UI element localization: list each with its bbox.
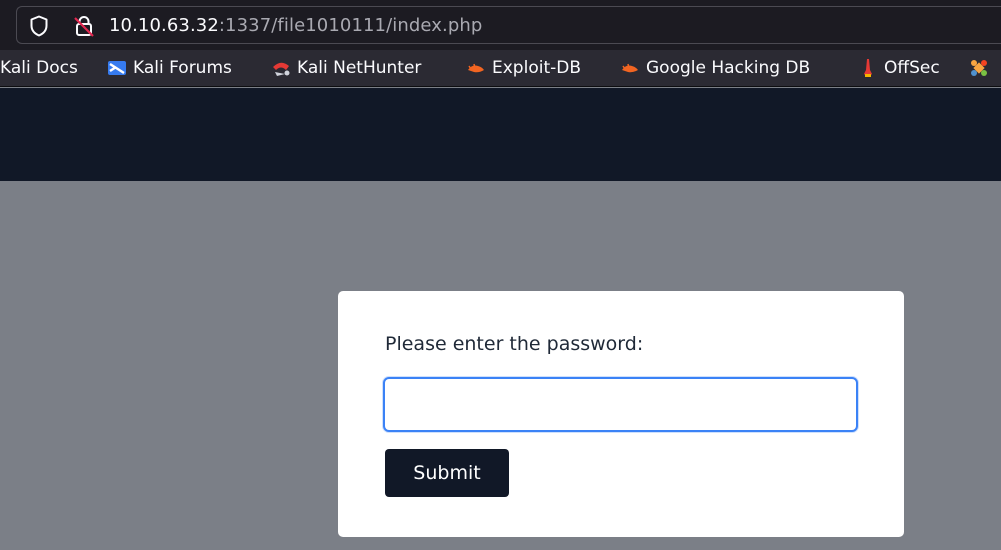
bookmark-label: OffSec xyxy=(884,58,940,78)
password-prompt: Please enter the password: xyxy=(385,333,644,355)
bookmark-offsec[interactable]: OffSec xyxy=(858,56,940,80)
bookmark-label: Google Hacking DB xyxy=(646,58,811,78)
bookmark-kali-forums[interactable]: Kali Forums xyxy=(107,56,232,80)
bookmark-exploit-db[interactable]: Exploit-DB xyxy=(466,56,581,80)
password-dialog: Please enter the password: Submit xyxy=(338,291,904,537)
url-text[interactable]: 10.10.63.32:1337/file1010111/index.php xyxy=(109,14,482,38)
browser-toolbar: 10.10.63.32:1337/file1010111/index.php xyxy=(0,0,1001,50)
site-navbar xyxy=(0,88,1001,181)
address-bar[interactable]: 10.10.63.32:1337/file1010111/index.php xyxy=(16,6,1001,44)
kali-nethunter-icon xyxy=(273,62,290,76)
joomla-icon xyxy=(971,60,987,76)
bookmark-label: Exploit-DB xyxy=(492,58,581,78)
url-host: 10.10.63.32 xyxy=(109,15,219,36)
bookmark-label: Kali NetHunter xyxy=(297,58,422,78)
bookmarks-toolbar: Kali Docs Kali Forums Kali NetHunter Exp… xyxy=(0,50,1001,87)
submit-button[interactable]: Submit xyxy=(385,449,509,497)
bookmark-label: Kali Forums xyxy=(133,58,232,78)
bookmark-google-hacking-db[interactable]: Google Hacking DB xyxy=(620,56,810,80)
bookmark-label: Kali Docs xyxy=(0,58,78,78)
google-hacking-db-icon xyxy=(622,63,638,73)
kali-forums-icon xyxy=(108,61,126,75)
bookmark-overflow[interactable] xyxy=(969,56,995,80)
shield-icon[interactable] xyxy=(29,15,49,37)
insecure-lock-icon[interactable] xyxy=(73,15,95,37)
url-path: :1337/file1010111/index.php xyxy=(218,15,483,36)
bookmark-kali-nethunter[interactable]: Kali NetHunter xyxy=(271,56,421,80)
password-input[interactable] xyxy=(383,377,858,432)
offsec-icon xyxy=(864,59,872,77)
exploit-db-icon xyxy=(468,63,484,73)
bookmark-kali-docs[interactable]: Kali Docs xyxy=(0,56,78,80)
